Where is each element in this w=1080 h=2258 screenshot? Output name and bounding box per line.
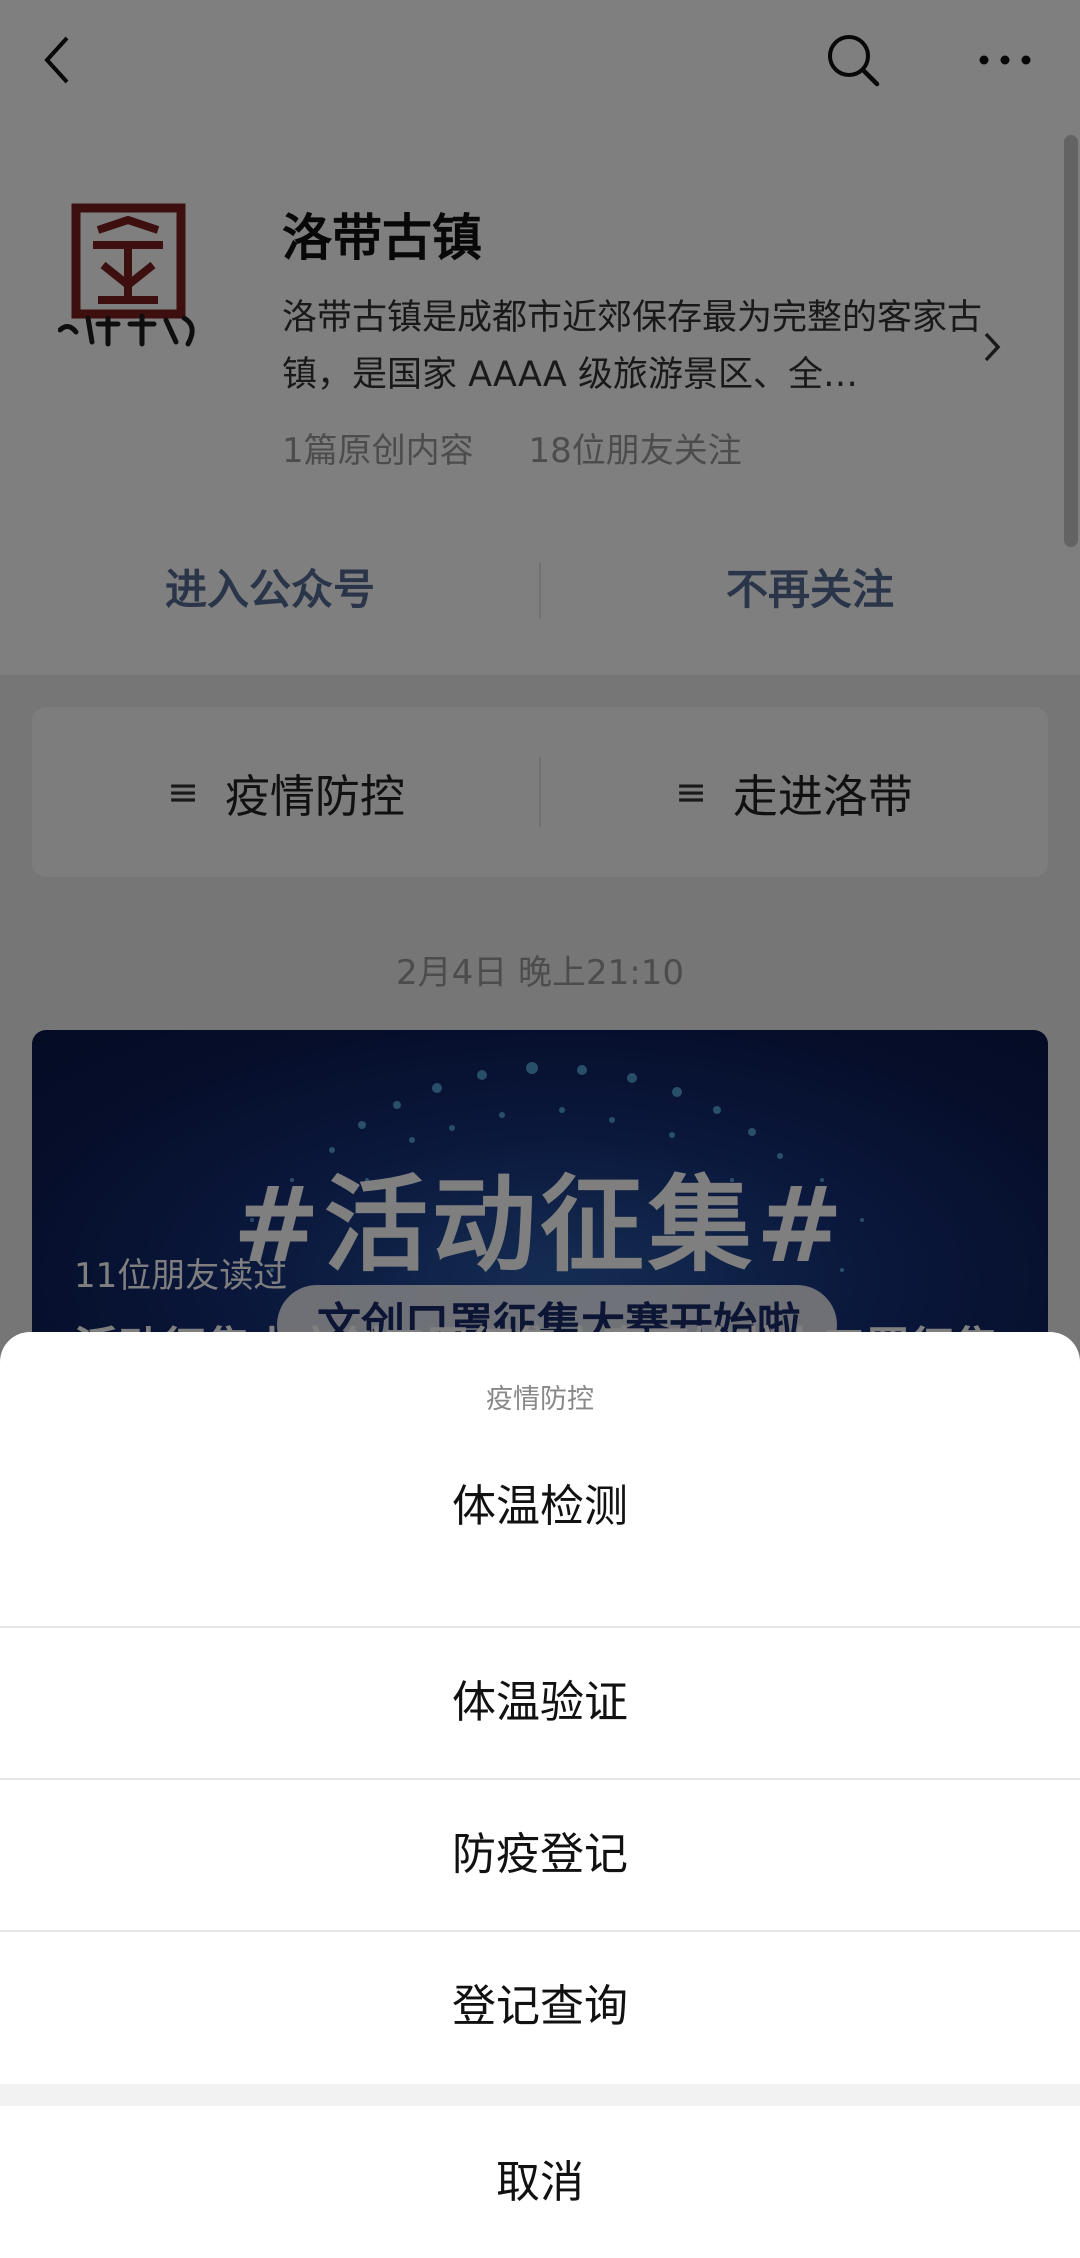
cancel-button[interactable]: 取消 xyxy=(0,2108,1080,2258)
cancel-gap xyxy=(0,2084,1080,2106)
option-epidemic-registration[interactable]: 防疫登记 xyxy=(0,1780,1080,1930)
action-sheet: 疫情防控 体温检测 体温验证 防疫登记 登记查询 取消 xyxy=(0,1332,1080,2258)
action-sheet-title: 疫情防控 xyxy=(486,1384,594,1415)
option-temperature-check[interactable]: 体温检测 xyxy=(0,1432,1080,1582)
option-temperature-verify[interactable]: 体温验证 xyxy=(0,1628,1080,1778)
option-registration-query[interactable]: 登记查询 xyxy=(0,1932,1080,2082)
